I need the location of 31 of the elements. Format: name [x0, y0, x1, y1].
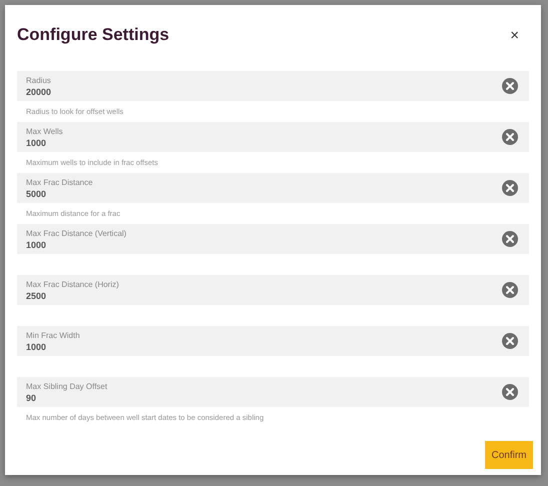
input-field[interactable]: Max Wells 1000 — [17, 122, 529, 152]
field-label: Max Wells — [26, 126, 63, 136]
input-field[interactable]: Max Frac Distance 5000 — [17, 173, 529, 203]
dialog-title: Configure Settings — [17, 25, 170, 45]
field-label: Max Frac Distance (Vertical) — [26, 228, 126, 238]
clear-icon[interactable] — [502, 231, 518, 247]
field-value: 20000 — [26, 86, 52, 96]
input-field[interactable]: Radius 20000 — [17, 71, 529, 101]
close-button[interactable]: × — [500, 26, 529, 44]
clear-icon[interactable] — [502, 282, 518, 298]
confirm-button[interactable]: Confirm — [485, 441, 533, 469]
clear-icon[interactable] — [502, 129, 518, 145]
input-field[interactable]: Min Frac Width 1000 — [17, 326, 529, 356]
field-value: 1000 — [26, 138, 48, 148]
field-value: 90 — [26, 392, 38, 402]
field-value: 2500 — [26, 290, 48, 300]
input-field[interactable]: Max Frac Distance (Vertical) 1000 — [17, 224, 529, 254]
field-label: Max Frac Distance (Horiz) — [26, 280, 119, 288]
clear-icon[interactable] — [502, 78, 518, 94]
clear-icon[interactable] — [502, 384, 518, 400]
input-field[interactable]: Max Frac Distance (Horiz) 2500 — [17, 275, 529, 305]
field-label: Radius — [26, 76, 52, 84]
field-label: Min Frac Width — [26, 330, 80, 340]
field-value: 1000 — [26, 342, 48, 352]
field-label: Max Sibling Day Offset — [26, 382, 108, 390]
field-value: 5000 — [26, 188, 48, 198]
clear-icon[interactable] — [502, 333, 518, 349]
field-value: 1000 — [26, 240, 48, 250]
field-label: Max Frac Distance — [26, 178, 93, 186]
input-field[interactable]: Max Sibling Day Offset 90 — [17, 377, 529, 407]
clear-icon[interactable] — [502, 180, 518, 196]
